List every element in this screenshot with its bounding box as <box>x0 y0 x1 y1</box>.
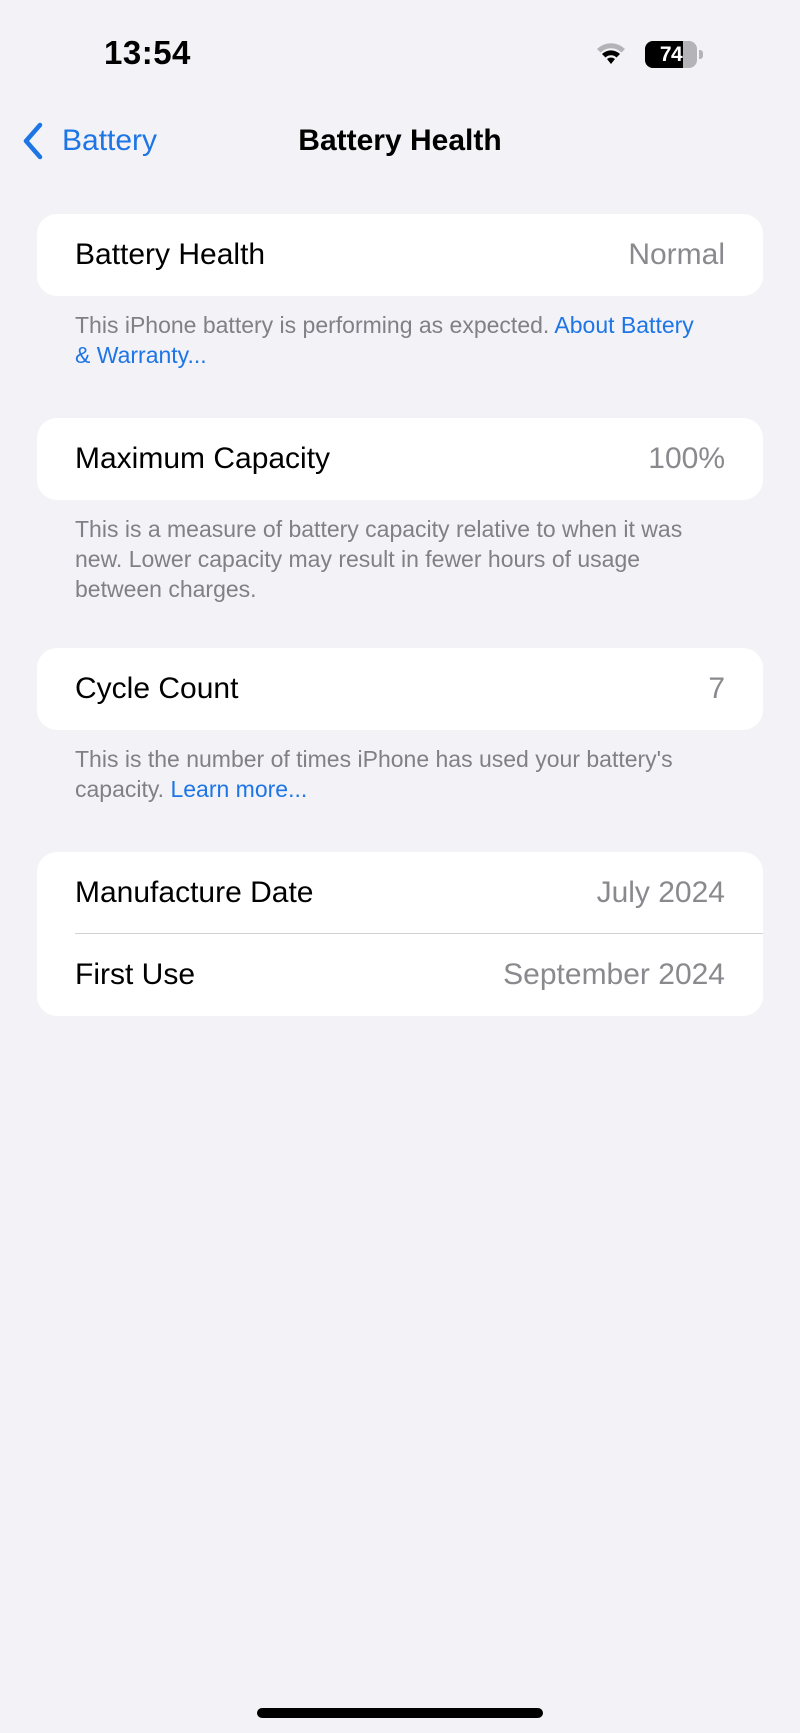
battery-health-value: Normal <box>628 238 725 271</box>
row-label: First Use <box>75 958 195 991</box>
maximum-capacity-footer: This is a measure of battery capacity re… <box>75 514 715 604</box>
footer-text: This is a measure of battery capacity re… <box>75 516 683 602</box>
first-use-value: September 2024 <box>503 958 725 991</box>
cycle-count-row: Cycle Count 7 <box>37 648 763 730</box>
status-bar: 13:54 74 <box>0 0 800 100</box>
first-use-row: First Use September 2024 <box>37 934 763 1016</box>
chevron-left-icon <box>20 121 48 161</box>
cycle-count-footer: This is the number of times iPhone has u… <box>75 744 715 804</box>
learn-more-link[interactable]: Learn more... <box>170 776 307 802</box>
row-label: Cycle Count <box>75 672 239 705</box>
cycle-count-card: Cycle Count 7 <box>37 648 763 730</box>
footer-text: This iPhone battery is performing as exp… <box>75 312 555 338</box>
footer-text: This is the number of times iPhone has u… <box>75 746 673 802</box>
navigation-bar: Battery Health Battery <box>0 110 800 172</box>
battery-health-row: Battery Health Normal <box>37 214 763 296</box>
battery-body: 74 <box>645 41 697 68</box>
cycle-count-value: 7 <box>708 672 725 705</box>
row-label: Manufacture Date <box>75 876 314 909</box>
maximum-capacity-row: Maximum Capacity 100% <box>37 418 763 500</box>
row-label: Maximum Capacity <box>75 442 331 475</box>
row-label: Battery Health <box>75 238 266 271</box>
battery-health-card: Battery Health Normal <box>37 214 763 296</box>
back-button[interactable]: Battery <box>20 110 157 172</box>
battery-cap <box>699 50 703 59</box>
wifi-icon <box>595 38 627 68</box>
dates-card: Manufacture Date July 2024 First Use Sep… <box>37 852 763 1016</box>
maximum-capacity-card: Maximum Capacity 100% <box>37 418 763 500</box>
battery-health-footer: This iPhone battery is performing as exp… <box>75 310 715 370</box>
battery-level-text: 74 <box>659 43 683 66</box>
battery-icon: 74 <box>645 41 705 69</box>
back-button-label: Battery <box>62 124 158 157</box>
home-indicator[interactable] <box>257 1708 543 1718</box>
status-time: 13:54 <box>104 34 191 71</box>
maximum-capacity-value: 100% <box>648 442 725 475</box>
manufacture-date-row: Manufacture Date July 2024 <box>37 852 763 934</box>
manufacture-date-value: July 2024 <box>596 876 725 909</box>
